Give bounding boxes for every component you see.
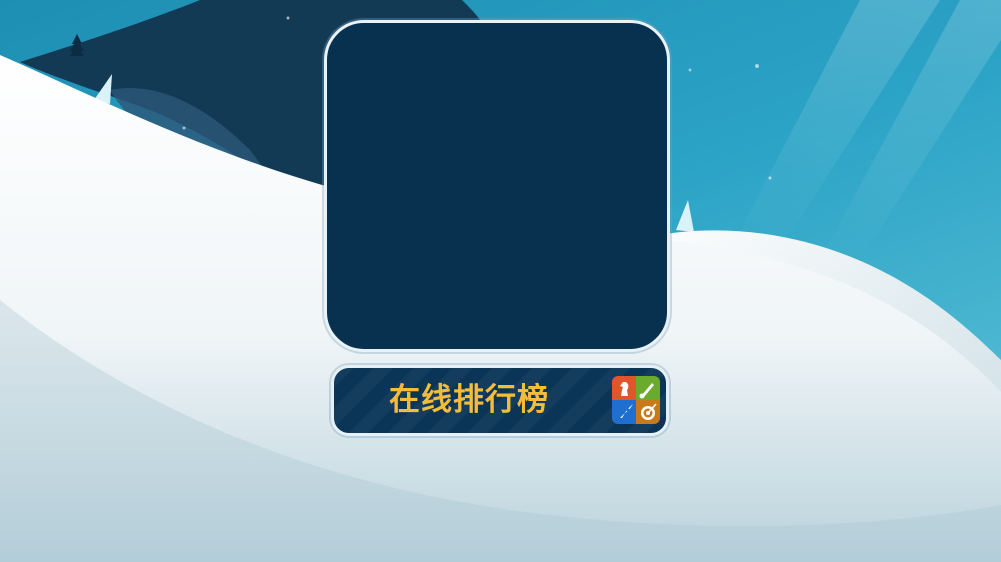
snow-particle (286, 16, 290, 20)
ice-spike (676, 200, 694, 232)
game-center-icon (612, 376, 660, 424)
snow-particle (182, 126, 186, 130)
snow-particle (768, 176, 772, 180)
snow-particle (688, 68, 692, 72)
leaderboard-label: 在线排行榜 (389, 382, 549, 418)
empty-content-panel (324, 20, 670, 352)
snow-particle (755, 64, 759, 68)
online-leaderboard-button[interactable]: 在线排行榜 (331, 365, 669, 436)
game-scene: 在线排行榜 (0, 0, 1001, 562)
